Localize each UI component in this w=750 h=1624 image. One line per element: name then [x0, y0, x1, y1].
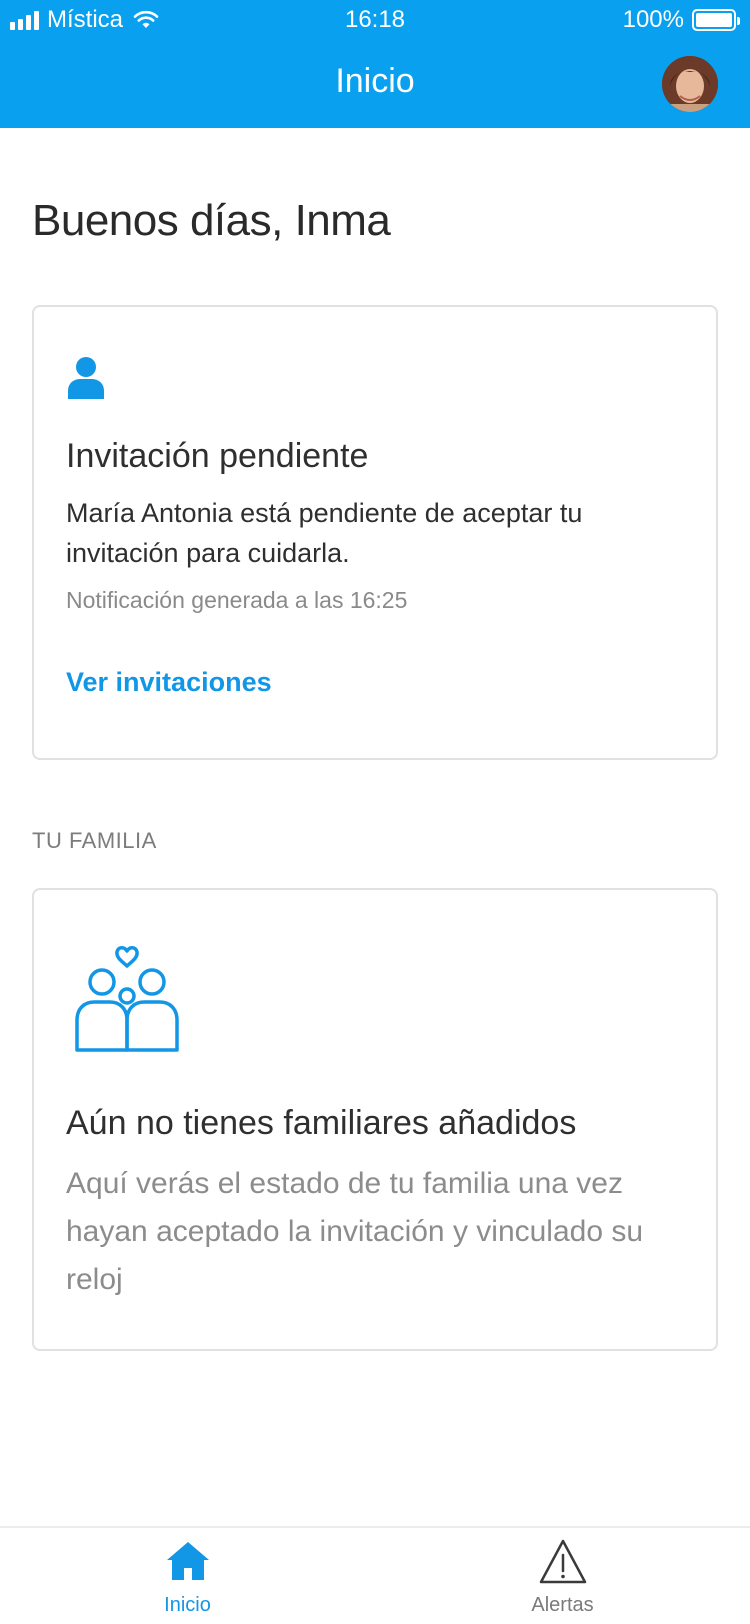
avatar-image [662, 56, 718, 112]
avatar[interactable] [662, 56, 718, 112]
home-icon [167, 1542, 209, 1580]
family-empty-title: Aún no tienes familiares añadidos [66, 1104, 577, 1142]
tab-bar: Inicio Alertas [0, 1526, 750, 1624]
view-invitations-link[interactable]: Ver invitaciones [66, 667, 272, 698]
warning-icon [539, 1539, 587, 1584]
notification-timestamp: Notificación generada a las 16:25 [66, 587, 408, 613]
battery-percentage: 100% [622, 6, 684, 33]
status-right: 100% [622, 6, 740, 34]
family-empty-message: Aquí verás el estado de tu familia una v… [66, 1167, 644, 1296]
status-bar: Mística 16:18 100% [0, 0, 750, 40]
invitation-title: Invitación pendiente [66, 437, 369, 475]
app-header: Mística 16:18 100% Inicio [0, 0, 750, 128]
tab-alertas[interactable]: Alertas [375, 1528, 750, 1624]
tab-inicio[interactable]: Inicio [0, 1528, 375, 1624]
battery-icon [692, 9, 740, 31]
person-icon [68, 357, 104, 399]
page-title: Inicio [335, 62, 415, 100]
family-empty-card: Aún no tienes familiares añadidos Aquí v… [32, 888, 718, 1351]
greeting-heading: Buenos días, Inma [32, 196, 391, 245]
invitation-card: Invitación pendiente María Antonia está … [32, 305, 718, 760]
tab-inicio-label: Inicio [164, 1594, 211, 1616]
family-icon [75, 946, 179, 1052]
tab-alertas-label: Alertas [531, 1594, 594, 1616]
invitation-message: María Antonia está pendiente de aceptar … [66, 498, 583, 568]
family-section-label: TU FAMILIA [32, 828, 157, 853]
